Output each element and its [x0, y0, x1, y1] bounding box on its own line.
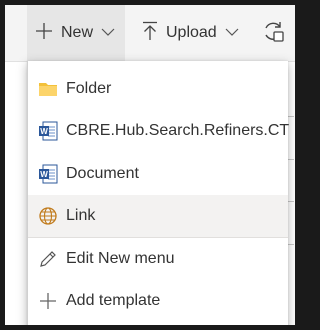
upload-button-label: Upload	[166, 24, 217, 41]
menu-item-label: Link	[66, 207, 96, 224]
pencil-icon	[38, 249, 58, 269]
upload-icon	[142, 21, 158, 46]
app-window: New Upload Folder W CBRE.Hub.Search.Refi…	[5, 5, 295, 325]
word-doc-icon: W	[38, 164, 58, 184]
svg-text:W: W	[40, 170, 48, 179]
word-doc-icon: W	[38, 121, 58, 141]
command-bar: New Upload	[5, 5, 295, 61]
background-row-divider	[288, 159, 294, 160]
chevron-down-icon	[225, 24, 239, 42]
menu-item-label: Folder	[66, 80, 112, 97]
new-dropdown-menu: Folder W CBRE.Hub.Search.Refiners.CT W D…	[27, 61, 290, 325]
menu-item-label: Document	[66, 165, 139, 182]
menu-item-add-template[interactable]: Add template	[28, 280, 288, 322]
upload-button[interactable]: Upload	[142, 5, 239, 61]
new-button[interactable]: New	[27, 5, 125, 61]
background-row-divider	[288, 244, 294, 245]
menu-item-label: Edit New menu	[66, 250, 175, 267]
menu-item-label: CBRE.Hub.Search.Refiners.CT	[66, 122, 290, 139]
menu-item-label: Add template	[66, 292, 161, 309]
background-row-divider	[288, 116, 294, 117]
plus-icon	[38, 291, 58, 311]
menu-item-content-type[interactable]: W CBRE.Hub.Search.Refiners.CT	[28, 110, 290, 152]
folder-icon	[38, 79, 58, 99]
menu-item-edit-new-menu[interactable]: Edit New menu	[28, 238, 288, 280]
background-row-divider	[288, 201, 294, 202]
menu-item-link[interactable]: Link	[28, 195, 288, 237]
chevron-down-icon	[101, 24, 115, 42]
svg-text:W: W	[40, 127, 48, 136]
menu-item-folder[interactable]: Folder	[28, 68, 288, 110]
plus-icon	[35, 22, 53, 45]
sync-icon	[261, 19, 285, 48]
menu-item-document[interactable]: W Document	[28, 153, 288, 195]
sync-button[interactable]	[261, 5, 285, 61]
new-button-label: New	[61, 24, 94, 41]
globe-icon	[38, 206, 58, 226]
